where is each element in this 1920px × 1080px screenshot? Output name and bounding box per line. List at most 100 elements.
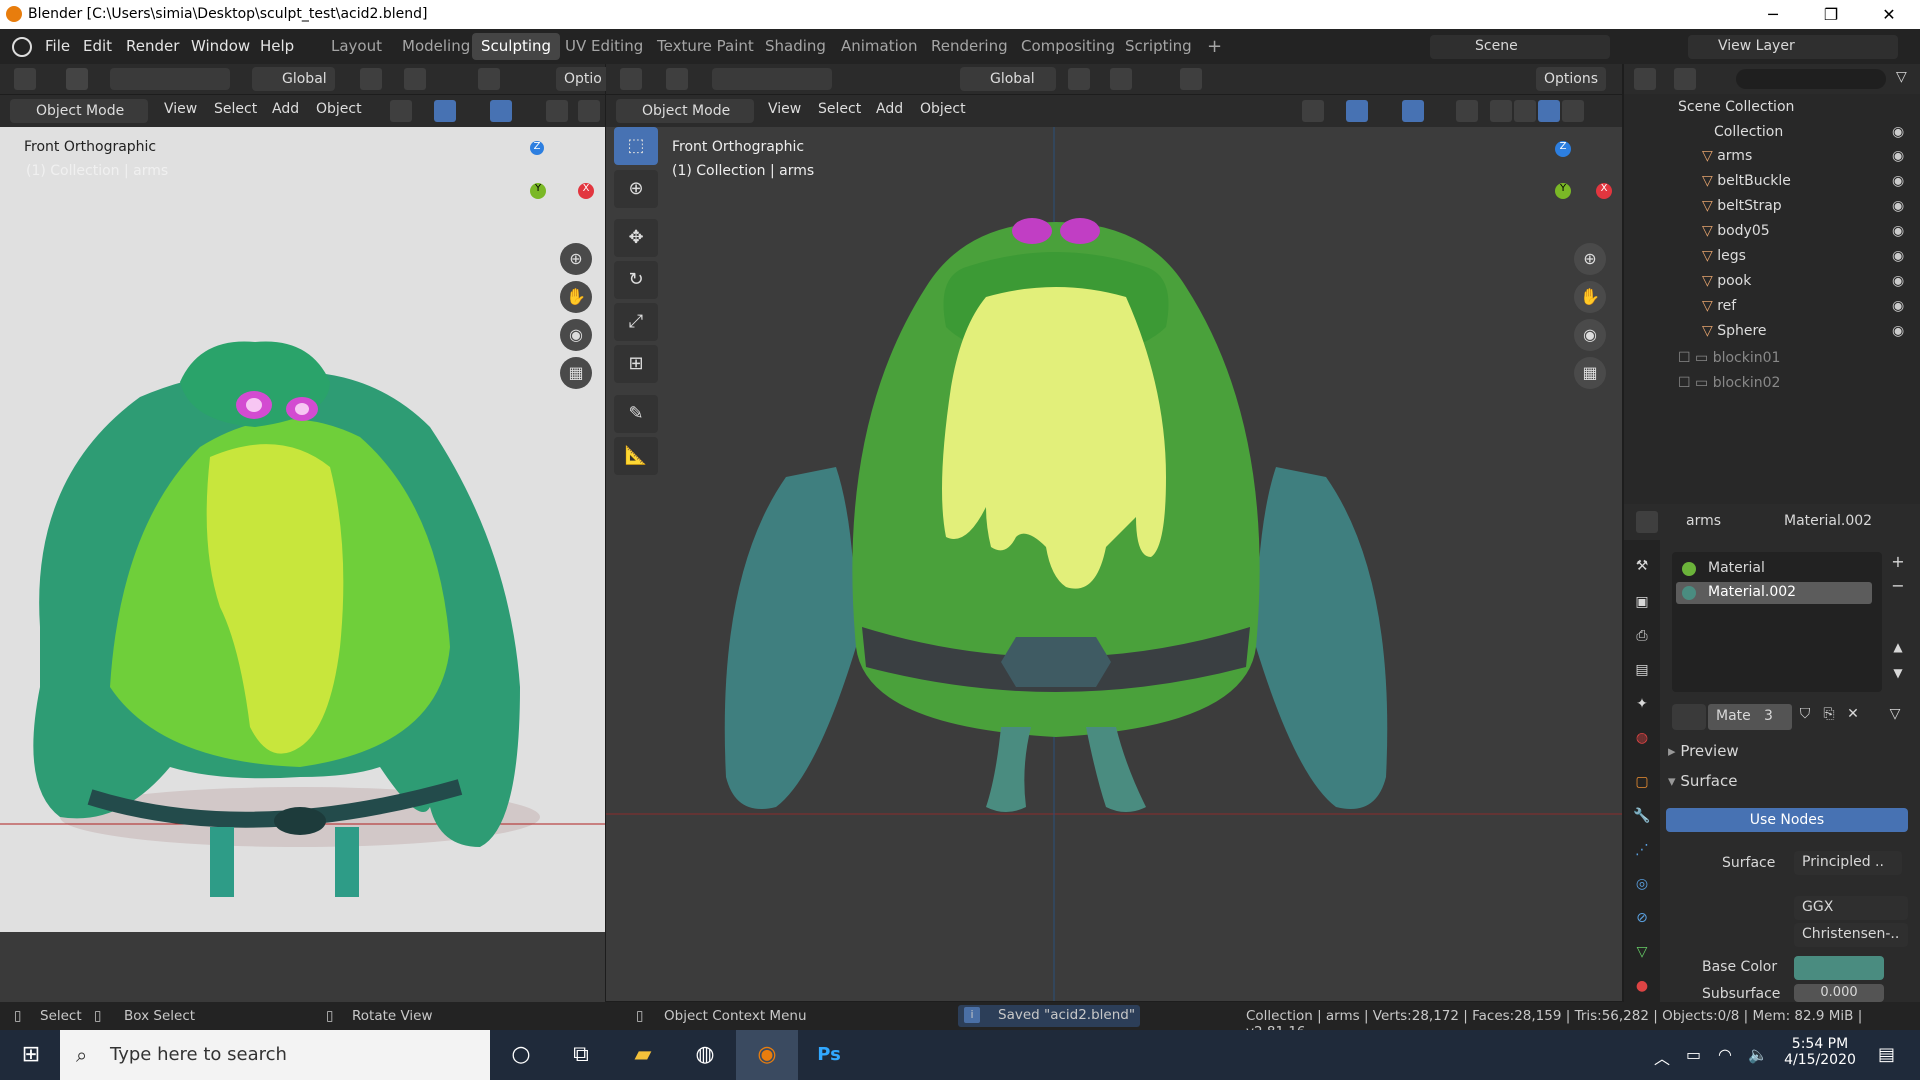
move-up-icon[interactable]: ▲	[1888, 640, 1908, 660]
menu-help[interactable]: Help	[260, 37, 294, 55]
distribution-dropdown[interactable]: GGX	[1794, 896, 1908, 920]
user-count[interactable]: 3	[1764, 708, 1773, 724]
render-tab-icon[interactable]: ▣	[1632, 594, 1652, 614]
move-down-icon[interactable]: ▼	[1888, 666, 1908, 686]
use-nodes-button[interactable]: Use Nodes	[1666, 808, 1908, 832]
right-viewport[interactable]: Front Orthographic (1) Collection | arms…	[606, 127, 1622, 1001]
camera-icon[interactable]: ◉	[1574, 319, 1606, 351]
filter-icon[interactable]: ▽	[1896, 69, 1907, 85]
add-workspace-icon[interactable]: +	[1198, 33, 1231, 60]
volume-icon[interactable]: 🔈	[1748, 1045, 1768, 1064]
left-viewport[interactable]: Front Orthographic (1) Collection | arms…	[0, 127, 605, 932]
menu-object[interactable]: Object	[316, 101, 362, 117]
outliner-search-input[interactable]	[1736, 69, 1886, 89]
axis-x-icon[interactable]: X	[578, 183, 594, 199]
select-mode-buttons[interactable]	[110, 68, 230, 90]
menu-view[interactable]: View	[768, 101, 801, 117]
tab-uv-editing[interactable]: UV Editing	[556, 33, 652, 60]
menu-view[interactable]: View	[164, 101, 197, 117]
collection-item[interactable]: Collection	[1714, 124, 1783, 149]
editor-type-icon[interactable]	[14, 68, 36, 90]
transform-tool-icon[interactable]: ⊞	[614, 345, 658, 383]
cursor-tool-icon[interactable]: ⊕	[614, 170, 658, 208]
menu-window[interactable]: Window	[191, 37, 250, 55]
menu-add[interactable]: Add	[876, 101, 903, 117]
mode-dropdown[interactable]: Object Mode	[10, 99, 148, 123]
annotate-tool-icon[interactable]: ✎	[614, 395, 658, 433]
object-tab-icon[interactable]: ▢	[1632, 774, 1652, 794]
subsurface-method-dropdown[interactable]: Christensen-..	[1794, 923, 1908, 947]
wireframe-shading-icon[interactable]	[1490, 100, 1512, 122]
particles-tab-icon[interactable]: ⋰	[1632, 842, 1652, 862]
xray-icon[interactable]	[546, 100, 568, 122]
menu-edit[interactable]: Edit	[83, 37, 112, 55]
solid-shading-icon[interactable]	[1514, 100, 1536, 122]
outliner-item-legs[interactable]: ▽ legs	[1702, 248, 1920, 273]
material-slot-selected[interactable]: Material.002	[1676, 582, 1872, 604]
scale-tool-icon[interactable]: ⤢	[614, 303, 658, 341]
output-tab-icon[interactable]: ⎙	[1632, 628, 1652, 648]
transform-orientation[interactable]: Global	[960, 67, 1056, 91]
tab-shading[interactable]: Shading	[756, 33, 835, 60]
menu-select[interactable]: Select	[818, 101, 861, 117]
tab-rendering[interactable]: Rendering	[922, 33, 1017, 60]
unlink-icon[interactable]: ✕	[1842, 706, 1864, 728]
gizmo-icon[interactable]	[434, 100, 456, 122]
duplicate-icon[interactable]: ⎘	[1818, 706, 1840, 728]
visibility-icon[interactable]	[390, 100, 412, 122]
taskbar-search[interactable]: ⌕ Type here to search	[60, 1030, 490, 1080]
outliner-item-ref[interactable]: ▽ ref	[1702, 298, 1920, 323]
rotate-tool-icon[interactable]: ↻	[614, 261, 658, 299]
xray-icon[interactable]	[1456, 100, 1478, 122]
cortana-icon[interactable]: ○	[490, 1030, 552, 1080]
outliner-item-beltstrap[interactable]: ▽ beltStrap	[1702, 198, 1920, 223]
pan-hand-icon[interactable]: ✋	[1574, 281, 1606, 313]
restore-icon[interactable]: ❐	[1802, 0, 1860, 29]
windows-start-icon[interactable]: ⊞	[0, 1030, 62, 1080]
pivot-icon[interactable]	[360, 68, 382, 90]
gizmo-icon[interactable]	[1346, 100, 1368, 122]
shading-icon[interactable]	[578, 100, 600, 122]
visibility-eye-icon[interactable]: ◉	[1892, 298, 1904, 314]
clock[interactable]: 5:54 PM 4/15/2020	[1780, 1036, 1860, 1068]
view-layer-selector[interactable]: View Layer	[1688, 35, 1898, 59]
axis-x-icon[interactable]: X	[1596, 183, 1612, 199]
view-layer-tab-icon[interactable]: ▤	[1632, 662, 1652, 682]
proportional-icon[interactable]	[478, 68, 500, 90]
pivot-icon[interactable]	[1068, 68, 1090, 90]
menu-select[interactable]: Select	[214, 101, 257, 117]
axis-z-icon[interactable]: Z	[530, 141, 544, 155]
select-tool-icon[interactable]	[66, 68, 88, 90]
tab-layout[interactable]: Layout	[322, 33, 391, 60]
grid-icon[interactable]: ▦	[560, 357, 592, 389]
visibility-eye-icon[interactable]: ◉	[1892, 273, 1904, 289]
visibility-eye-icon[interactable]: ◉	[1892, 198, 1904, 214]
tray-chevron-icon[interactable]: ︿	[1654, 1045, 1670, 1069]
notifications-icon[interactable]: ▤	[1878, 1044, 1895, 1065]
zoom-icon[interactable]: ⊕	[560, 243, 592, 275]
pan-hand-icon[interactable]: ✋	[560, 281, 592, 313]
material-shading-icon[interactable]	[1538, 100, 1560, 122]
rendered-shading-icon[interactable]	[1562, 100, 1584, 122]
visibility-eye-icon[interactable]: ◉	[1892, 173, 1904, 189]
tool-tab-icon[interactable]: ⚒	[1632, 558, 1652, 578]
battery-icon[interactable]: ▭	[1686, 1045, 1701, 1064]
tab-texture-paint[interactable]: Texture Paint	[648, 33, 763, 60]
visibility-eye-icon[interactable]: ◉	[1892, 148, 1904, 164]
overlay-icon[interactable]	[490, 100, 512, 122]
select-box-tool-icon[interactable]: ⬚	[614, 127, 658, 165]
constraints-tab-icon[interactable]: ⊘	[1632, 910, 1652, 930]
tab-sculpting[interactable]: Sculpting	[472, 33, 561, 60]
editor-type-icon[interactable]	[1634, 68, 1656, 90]
close-icon[interactable]: ✕	[1860, 0, 1918, 29]
scene-tab-icon[interactable]: ✦	[1632, 696, 1652, 716]
select-mode-buttons[interactable]	[712, 68, 832, 90]
outliner-item-sphere[interactable]: ▽ Sphere	[1702, 323, 1920, 348]
editor-type-icon[interactable]	[1636, 511, 1658, 533]
move-tool-icon[interactable]: ✥	[614, 219, 658, 257]
menu-object[interactable]: Object	[920, 101, 966, 117]
remove-slot-icon[interactable]: −	[1888, 576, 1908, 596]
outliner-item-body05[interactable]: ▽ body05	[1702, 223, 1920, 248]
data-tab-icon[interactable]: ▽	[1632, 944, 1652, 964]
modifier-tab-icon[interactable]: 🔧	[1632, 808, 1652, 828]
